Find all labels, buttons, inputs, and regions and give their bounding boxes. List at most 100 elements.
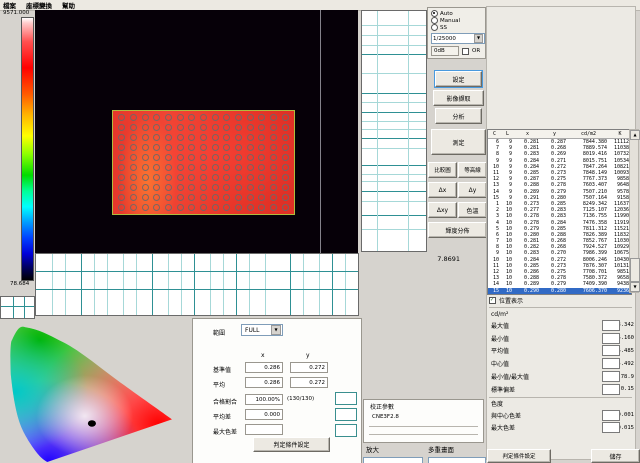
max-diff-field[interactable] [245,424,283,435]
col-luminance: cd/m2 [568,131,609,137]
judge-result-box [602,358,620,369]
table-row[interactable]: 1210 0.2860.275 7708.7019851 [488,269,631,275]
table-row[interactable]: 210 0.2770.283 7125.10712036 [488,207,631,213]
table-row[interactable]: 1110 0.2850.273 7876.30710131 [488,263,631,269]
table-scrollbar[interactable]: ▲ ▼ [629,129,639,293]
table-row[interactable]: 510 0.2790.285 7811.31211521 [488,226,631,232]
table-row[interactable]: 89 0.2830.269 8019.41610732 [488,151,631,157]
table-row[interactable]: 1010 0.2840.272 8006.24610430 [488,257,631,263]
contour-button[interactable]: 等高線 [458,162,487,178]
radio-auto[interactable]: Auto [431,10,485,17]
menu-coord-transform[interactable]: 座標變換 [26,0,52,10]
table-row[interactable]: 910 0.2830.270 7986.39910675 [488,250,631,256]
delta-x-button[interactable]: Δx [428,182,457,198]
judge-result-box [602,410,620,421]
table-row[interactable]: 1410 0.2890.279 7409.3909438 [488,281,631,287]
analyze-button[interactable]: 分析 [435,108,482,124]
table-row[interactable]: 149 0.2890.279 7507.2109578 [488,189,631,195]
table-row[interactable]: 159 0.2910.280 7507.1649158 [488,195,631,201]
save-button[interactable]: 儲存 [591,449,640,463]
chevron-down-icon[interactable]: ▼ [271,325,281,335]
table-row[interactable]: 110 0.2730.285 8249.34211637 [488,201,631,207]
compare-chart-button[interactable]: 比較圖 [428,162,457,178]
judge-result-box [602,320,620,331]
table-row[interactable]: 610 0.2800.288 7826.38911832 [488,232,631,238]
stat-row: 中心值 8105.492 [487,357,634,370]
multi-screen-dropdown[interactable] [428,457,486,463]
scroll-up-icon[interactable]: ▲ [630,130,640,140]
radio-manual[interactable]: Manual [431,17,485,24]
judge-condition-button-right[interactable]: 判定條件設定 [487,449,551,463]
cursor-value: 7.8691 [428,255,460,263]
col-l: L [501,131,514,137]
cie-chromaticity-diagram[interactable] [5,316,190,463]
chroma-stat-row: 最大色差 0.015 [487,422,634,435]
scroll-down-icon[interactable]: ▼ [630,282,640,292]
table-row[interactable]: 139 0.2880.278 7603.4079648 [488,182,631,188]
delta-xy-button[interactable]: Δxy [428,202,457,218]
table-row[interactable]: 1510 0.2900.280 7606.3709236 [488,288,631,294]
table-row[interactable]: 129 0.2870.275 7767.3739858 [488,176,631,182]
luminance-image[interactable] [35,10,358,253]
judge-result-box [602,422,620,433]
setting-button[interactable]: 設定 [435,71,482,87]
table-row[interactable]: 1310 0.2880.278 7580.3729658 [488,275,631,281]
reference-x-field[interactable]: 0.286 [245,362,283,373]
position-display-label: 位置表示 [499,296,523,305]
table-row[interactable]: 99 0.2840.271 8015.75110534 [488,158,631,164]
judge-result-box [335,424,357,437]
pass-ratio-field: 100.00% [245,394,283,405]
position-display-checkbox[interactable] [489,297,496,304]
table-row[interactable]: 79 0.2810.268 7889.57411038 [488,145,631,151]
stat-row: 最小值/最大值 78.9 [487,370,634,383]
range-label: 範圍 [213,328,225,337]
radio-ss[interactable]: SS [431,24,485,31]
unit-label: cd/m² [487,309,634,319]
table-row[interactable]: 310 0.2780.283 7136.75511990 [488,213,631,219]
chevron-down-icon[interactable]: ▼ [474,34,483,43]
table-row[interactable]: 109 0.2840.272 7847.26410821 [488,164,631,170]
judge-condition-button-mid[interactable]: 判定條件設定 [253,437,330,452]
radio-manual-label: Manual [440,18,460,24]
menu-file[interactable]: 檔案 [3,0,16,10]
calibration-group: 校正參數 CNE3F2.8 [363,399,484,443]
measurement-table[interactable]: C L x y cd/m2 K 69 0.2810.287 7844.38011… [487,129,632,295]
table-row[interactable]: 119 0.2850.273 7848.14910093 [488,170,631,176]
shutter-dropdown[interactable]: 1/25000 ▼ [431,33,485,44]
table-row[interactable]: 69 0.2810.287 7844.38011112 [488,139,631,145]
gain-field[interactable]: 0dB [431,46,459,56]
chroma-section-label: 色度 [487,399,634,409]
reference-y-field[interactable]: 0.272 [290,362,328,373]
judge-result-box [335,392,357,405]
image-capture-button[interactable]: 影像擷取 [433,90,484,106]
average-x-field[interactable]: 0.286 [245,377,283,388]
calibration-title: 校正參數 [370,402,394,411]
scrollbar-thumb[interactable] [630,258,640,282]
app-window: 檔案 座標變換 幫助 9571.000 78.684 7.8691 Auto M… [0,0,640,463]
luminance-distribution-button[interactable]: 輝度分佈 [428,222,487,238]
judge-result-box [602,333,620,344]
image-cursor-line[interactable] [320,10,321,253]
average-y-field[interactable]: 0.272 [290,377,328,388]
radio-auto-icon[interactable] [431,10,438,17]
col-kelvin: K [609,131,631,137]
position-display-row[interactable]: 位置表示 [487,295,634,306]
measure-button[interactable]: 測定 [431,129,486,155]
table-row[interactable]: 410 0.2780.284 7476.35811919 [488,219,631,225]
vertical-profile-chart[interactable] [361,10,427,252]
radio-manual-icon[interactable] [431,17,438,24]
zoom-dropdown[interactable] [363,457,423,463]
avg-diff-field[interactable]: 0.000 [245,409,283,420]
color-temp-button[interactable]: 色溫 [458,202,487,218]
or-checkbox[interactable] [462,48,469,55]
measure-grid [116,113,291,212]
delta-y-button[interactable]: Δy [458,182,487,198]
chroma-stat-row: 與中心色差 0.001 [487,409,634,422]
menu-help[interactable]: 幫助 [62,0,75,10]
table-row[interactable]: 810 0.2820.268 7924.52710929 [488,244,631,250]
table-row[interactable]: 710 0.2810.268 7852.76711030 [488,238,631,244]
range-dropdown[interactable]: FULL ▼ [241,324,283,336]
reference-label: 基準值 [213,365,231,374]
radio-ss-icon[interactable] [431,24,438,31]
horizontal-profile-chart[interactable] [35,253,359,316]
